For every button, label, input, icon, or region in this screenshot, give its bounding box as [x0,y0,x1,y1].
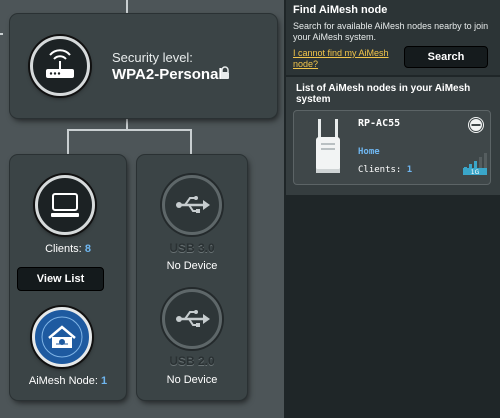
security-level-label: Security level: [112,50,193,65]
repeater-device-icon [316,119,340,173]
usb-port-1-status: No Device [166,260,218,272]
clients-count: 8 [84,243,91,255]
usb-card: USB 3.0 No Device USB 2.0 No Device [137,155,247,400]
find-aimesh-title: Find AiMesh node [293,4,388,16]
usb-icon[interactable] [162,289,222,349]
node-location[interactable]: Home [358,147,380,157]
aimesh-node-count: 1 [101,375,108,387]
usb-port-2-label: USB 2.0 [169,354,215,368]
node-name: RP-AC55 [358,118,401,129]
security-level-value: WPA2-Personal [112,66,223,83]
aimesh-house-icon[interactable] [32,307,92,367]
node-clients: Clients: 1 [358,165,413,175]
cannot-find-node-link[interactable]: I cannot find my AiMesh node? [293,48,393,70]
usb-icon[interactable] [162,175,222,235]
view-list-button[interactable]: View List [17,267,104,291]
remove-node-icon[interactable] [467,116,485,134]
node-clients-count: 1 [406,165,413,175]
connector-top [126,0,128,14]
connector-clients [67,129,69,155]
connector-horizontal [67,129,191,131]
monitor-icon[interactable] [35,175,95,235]
signal-strength-icon: 1G [463,153,487,180]
find-aimesh-description: Search for available AiMesh nodes nearby… [293,21,489,42]
lock-icon [220,66,230,85]
clients-label: Clients: 8 [45,243,91,255]
usb-port-1-label: USB 3.0 [169,241,215,255]
router-icon[interactable] [30,36,90,96]
aimesh-node-label: AiMesh Node: 1 [28,375,108,387]
usb-port-2-status: No Device [166,374,218,386]
connector-stub [0,33,3,35]
aimesh-node-list-title: List of AiMesh nodes in your AiMesh syst… [296,83,471,105]
connector-usb [190,129,192,155]
signal-text: 1G [471,169,480,175]
search-button[interactable]: Search [404,46,488,68]
